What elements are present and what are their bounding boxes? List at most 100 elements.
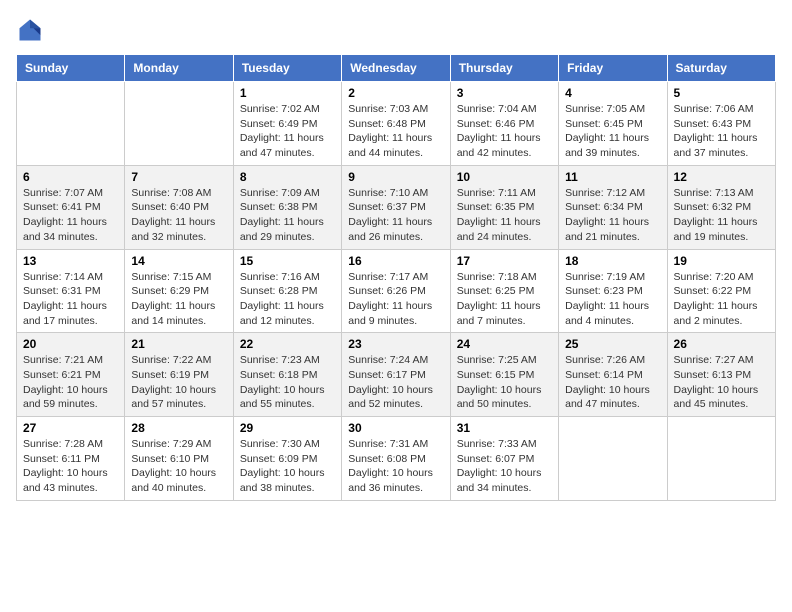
calendar-cell: 26 Sunrise: 7:27 AM Sunset: 6:13 PM Dayli… — [667, 333, 775, 417]
calendar-cell: 9Sunrise: 7:10 AM Sunset: 6:37 PM Daylig… — [342, 165, 450, 249]
day-number: 25 — [565, 337, 660, 351]
calendar-cell: 14 Sunrise: 7:15 AM Sunset: 6:29 PM Dayli… — [125, 249, 233, 333]
calendar-cell: 16 Sunrise: 7:17 AM Sunset: 6:26 PM Dayli… — [342, 249, 450, 333]
calendar-cell: 15 Sunrise: 7:16 AM Sunset: 6:28 PM Dayli… — [233, 249, 341, 333]
day-info: Sunrise: 7:11 AM Sunset: 6:35 PM Dayligh… — [457, 186, 552, 245]
calendar-cell: 4Sunrise: 7:05 AM Sunset: 6:45 PM Daylig… — [559, 82, 667, 166]
day-number: 2 — [348, 86, 443, 100]
day-info: Sunrise: 7:20 AM Sunset: 6:22 PM Dayligh… — [674, 270, 769, 329]
calendar-table: SundayMondayTuesdayWednesdayThursdayFrid… — [16, 54, 776, 501]
day-number: 29 — [240, 421, 335, 435]
page-header — [16, 16, 776, 44]
day-info: Sunrise: 7:16 AM Sunset: 6:28 PM Dayligh… — [240, 270, 335, 329]
calendar-cell — [667, 417, 775, 501]
calendar-cell: 18 Sunrise: 7:19 AM Sunset: 6:23 PM Dayli… — [559, 249, 667, 333]
day-info: Sunrise: 7:04 AM Sunset: 6:46 PM Dayligh… — [457, 102, 552, 161]
calendar-week-row: 6 Sunrise: 7:07 AM Sunset: 6:41 PM Daylig… — [17, 165, 776, 249]
calendar-cell: 12 Sunrise: 7:13 AM Sunset: 6:32 PM Dayli… — [667, 165, 775, 249]
day-number: 21 — [131, 337, 226, 351]
day-number: 8 — [240, 170, 335, 184]
day-number: 16 — [348, 254, 443, 268]
day-info: Sunrise: 7:08 AM Sunset: 6:40 PM Dayligh… — [131, 186, 226, 245]
day-info: Sunrise: 7:21 AM Sunset: 6:21 PM Dayligh… — [23, 353, 118, 412]
day-number: 22 — [240, 337, 335, 351]
day-number: 19 — [674, 254, 769, 268]
day-number: 7 — [131, 170, 226, 184]
day-header: Tuesday — [233, 55, 341, 82]
day-info: Sunrise: 7:12 AM Sunset: 6:34 PM Dayligh… — [565, 186, 660, 245]
day-number: 3 — [457, 86, 552, 100]
calendar-cell: 6 Sunrise: 7:07 AM Sunset: 6:41 PM Daylig… — [17, 165, 125, 249]
day-info: Sunrise: 7:33 AM Sunset: 6:07 PM Dayligh… — [457, 437, 552, 496]
day-number: 15 — [240, 254, 335, 268]
calendar-cell: 31Sunrise: 7:33 AM Sunset: 6:07 PM Dayli… — [450, 417, 558, 501]
day-info: Sunrise: 7:10 AM Sunset: 6:37 PM Dayligh… — [348, 186, 443, 245]
calendar-cell: 24 Sunrise: 7:25 AM Sunset: 6:15 PM Dayli… — [450, 333, 558, 417]
day-info: Sunrise: 7:23 AM Sunset: 6:18 PM Dayligh… — [240, 353, 335, 412]
day-info: Sunrise: 7:28 AM Sunset: 6:11 PM Dayligh… — [23, 437, 118, 496]
day-info: Sunrise: 7:17 AM Sunset: 6:26 PM Dayligh… — [348, 270, 443, 329]
calendar-cell — [559, 417, 667, 501]
day-number: 1 — [240, 86, 335, 100]
day-number: 6 — [23, 170, 118, 184]
day-info: Sunrise: 7:29 AM Sunset: 6:10 PM Dayligh… — [131, 437, 226, 496]
day-info: Sunrise: 7:14 AM Sunset: 6:31 PM Dayligh… — [23, 270, 118, 329]
day-number: 12 — [674, 170, 769, 184]
day-number: 24 — [457, 337, 552, 351]
day-info: Sunrise: 7:13 AM Sunset: 6:32 PM Dayligh… — [674, 186, 769, 245]
calendar-cell: 22 Sunrise: 7:23 AM Sunset: 6:18 PM Dayli… — [233, 333, 341, 417]
day-header: Thursday — [450, 55, 558, 82]
day-number: 13 — [23, 254, 118, 268]
day-header: Sunday — [17, 55, 125, 82]
calendar-cell: 25 Sunrise: 7:26 AM Sunset: 6:14 PM Dayli… — [559, 333, 667, 417]
day-header: Monday — [125, 55, 233, 82]
day-number: 20 — [23, 337, 118, 351]
logo — [16, 16, 48, 44]
day-number: 26 — [674, 337, 769, 351]
day-info: Sunrise: 7:24 AM Sunset: 6:17 PM Dayligh… — [348, 353, 443, 412]
day-number: 10 — [457, 170, 552, 184]
day-info: Sunrise: 7:25 AM Sunset: 6:15 PM Dayligh… — [457, 353, 552, 412]
calendar-cell: 2 Sunrise: 7:03 AM Sunset: 6:48 PM Daylig… — [342, 82, 450, 166]
day-info: Sunrise: 7:07 AM Sunset: 6:41 PM Dayligh… — [23, 186, 118, 245]
calendar-cell: 17 Sunrise: 7:18 AM Sunset: 6:25 PM Dayli… — [450, 249, 558, 333]
day-header: Saturday — [667, 55, 775, 82]
day-info: Sunrise: 7:26 AM Sunset: 6:14 PM Dayligh… — [565, 353, 660, 412]
calendar-cell: 1Sunrise: 7:02 AM Sunset: 6:49 PM Daylig… — [233, 82, 341, 166]
day-info: Sunrise: 7:15 AM Sunset: 6:29 PM Dayligh… — [131, 270, 226, 329]
day-number: 11 — [565, 170, 660, 184]
calendar-week-row: 27 Sunrise: 7:28 AM Sunset: 6:11 PM Dayli… — [17, 417, 776, 501]
day-info: Sunrise: 7:31 AM Sunset: 6:08 PM Dayligh… — [348, 437, 443, 496]
day-header: Wednesday — [342, 55, 450, 82]
day-info: Sunrise: 7:18 AM Sunset: 6:25 PM Dayligh… — [457, 270, 552, 329]
calendar-week-row: 13 Sunrise: 7:14 AM Sunset: 6:31 PM Dayli… — [17, 249, 776, 333]
day-number: 23 — [348, 337, 443, 351]
calendar-cell: 27 Sunrise: 7:28 AM Sunset: 6:11 PM Dayli… — [17, 417, 125, 501]
calendar-cell: 29 Sunrise: 7:30 AM Sunset: 6:09 PM Dayli… — [233, 417, 341, 501]
calendar-cell: 28Sunrise: 7:29 AM Sunset: 6:10 PM Dayli… — [125, 417, 233, 501]
day-number: 17 — [457, 254, 552, 268]
day-info: Sunrise: 7:19 AM Sunset: 6:23 PM Dayligh… — [565, 270, 660, 329]
day-number: 18 — [565, 254, 660, 268]
calendar-cell: 5Sunrise: 7:06 AM Sunset: 6:43 PM Daylig… — [667, 82, 775, 166]
calendar-cell — [17, 82, 125, 166]
calendar-cell: 20 Sunrise: 7:21 AM Sunset: 6:21 PM Dayli… — [17, 333, 125, 417]
logo-icon — [16, 16, 44, 44]
day-info: Sunrise: 7:09 AM Sunset: 6:38 PM Dayligh… — [240, 186, 335, 245]
calendar-cell: 11 Sunrise: 7:12 AM Sunset: 6:34 PM Dayli… — [559, 165, 667, 249]
day-info: Sunrise: 7:27 AM Sunset: 6:13 PM Dayligh… — [674, 353, 769, 412]
day-number: 14 — [131, 254, 226, 268]
calendar-week-row: 1Sunrise: 7:02 AM Sunset: 6:49 PM Daylig… — [17, 82, 776, 166]
calendar-cell: 3 Sunrise: 7:04 AM Sunset: 6:46 PM Daylig… — [450, 82, 558, 166]
calendar-cell — [125, 82, 233, 166]
day-header: Friday — [559, 55, 667, 82]
day-info: Sunrise: 7:30 AM Sunset: 6:09 PM Dayligh… — [240, 437, 335, 496]
calendar-cell: 23 Sunrise: 7:24 AM Sunset: 6:17 PM Dayli… — [342, 333, 450, 417]
calendar-cell: 8 Sunrise: 7:09 AM Sunset: 6:38 PM Daylig… — [233, 165, 341, 249]
day-info: Sunrise: 7:03 AM Sunset: 6:48 PM Dayligh… — [348, 102, 443, 161]
day-info: Sunrise: 7:05 AM Sunset: 6:45 PM Dayligh… — [565, 102, 660, 161]
calendar-header-row: SundayMondayTuesdayWednesdayThursdayFrid… — [17, 55, 776, 82]
calendar-cell: 7 Sunrise: 7:08 AM Sunset: 6:40 PM Daylig… — [125, 165, 233, 249]
day-number: 27 — [23, 421, 118, 435]
day-number: 30 — [348, 421, 443, 435]
